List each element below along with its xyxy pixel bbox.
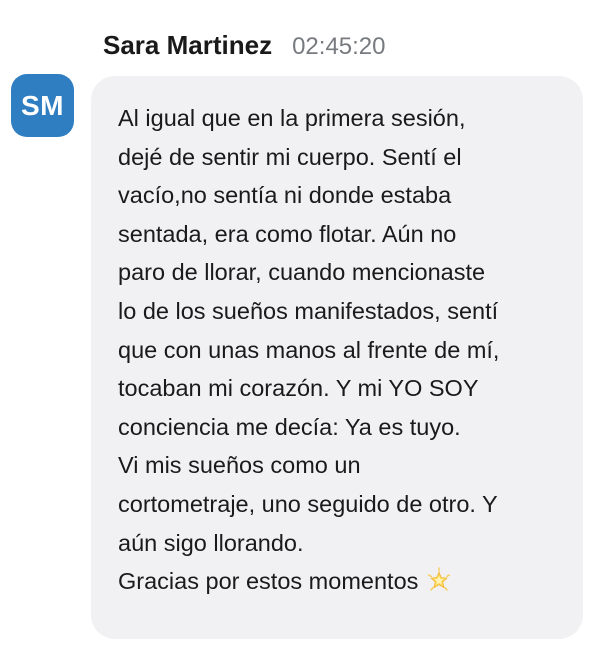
message-timestamp[interactable]: 02:45:20 (292, 33, 385, 61)
message-body: Al igual que en la primera sesión, dejé … (118, 99, 499, 601)
message-line: sentada, era como flotar. Aún no (118, 220, 457, 247)
message-line: lo de los sueños manifestados, sentí (118, 297, 499, 324)
message-line: vacío,no sentía ni donde estaba (118, 182, 452, 209)
message-line-text: Gracias por estos momentos (118, 568, 419, 595)
sender-name[interactable]: Sara Martinez (103, 30, 272, 61)
message-line: tocaban mi corazón. Y mi YO SOY (118, 375, 479, 402)
glowing-star-icon (426, 566, 452, 605)
message-line-last: Gracias por estos momentos (118, 562, 499, 601)
message-header: Sara Martinez 02:45:20 (103, 30, 386, 70)
message-line: Al igual que en la primera sesión, (118, 105, 466, 131)
message-line: conciencia me decía: Ya es tuyo. (118, 413, 461, 440)
message-line: paro de llorar, cuando mencionaste (118, 259, 486, 286)
message-line: aún sigo llorando. (118, 529, 304, 556)
message-line: dejé de sentir mi cuerpo. Sentí el (118, 143, 462, 170)
message-line: Vi mis sueños como un (118, 452, 361, 479)
message-line: cortometraje, uno seguido de otro. Y (118, 490, 498, 517)
avatar[interactable]: SM (11, 74, 74, 137)
message-line: que con unas manos al frente de mí, (118, 336, 500, 363)
